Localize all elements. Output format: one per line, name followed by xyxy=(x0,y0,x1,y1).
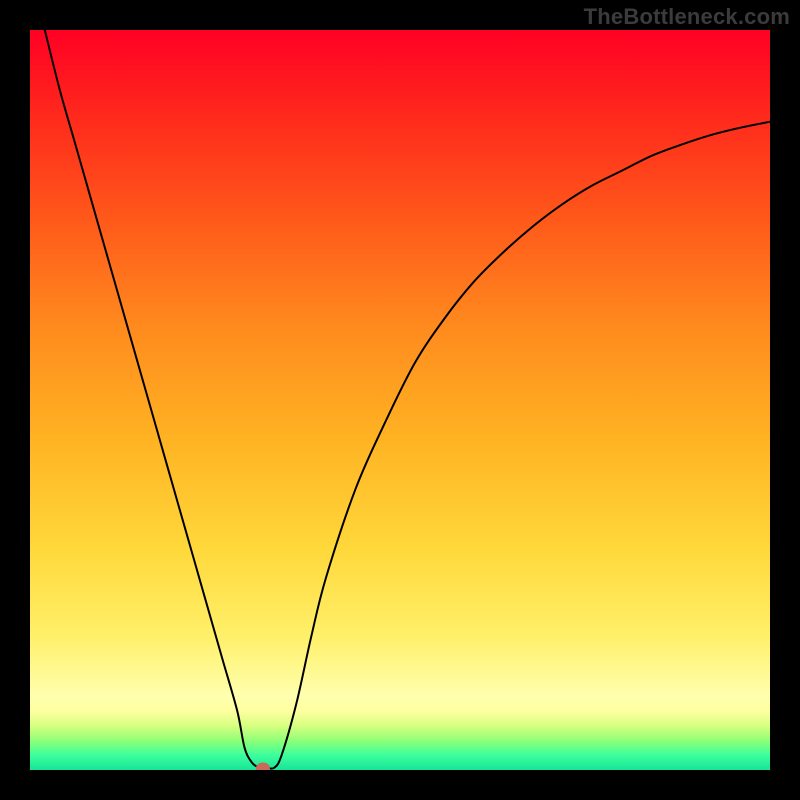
optimum-marker xyxy=(256,762,270,770)
bottleneck-curve xyxy=(30,30,770,770)
curve-path xyxy=(45,30,770,769)
watermark-text: TheBottleneck.com xyxy=(584,4,790,30)
chart-frame: TheBottleneck.com xyxy=(0,0,800,800)
plot-area xyxy=(30,30,770,770)
